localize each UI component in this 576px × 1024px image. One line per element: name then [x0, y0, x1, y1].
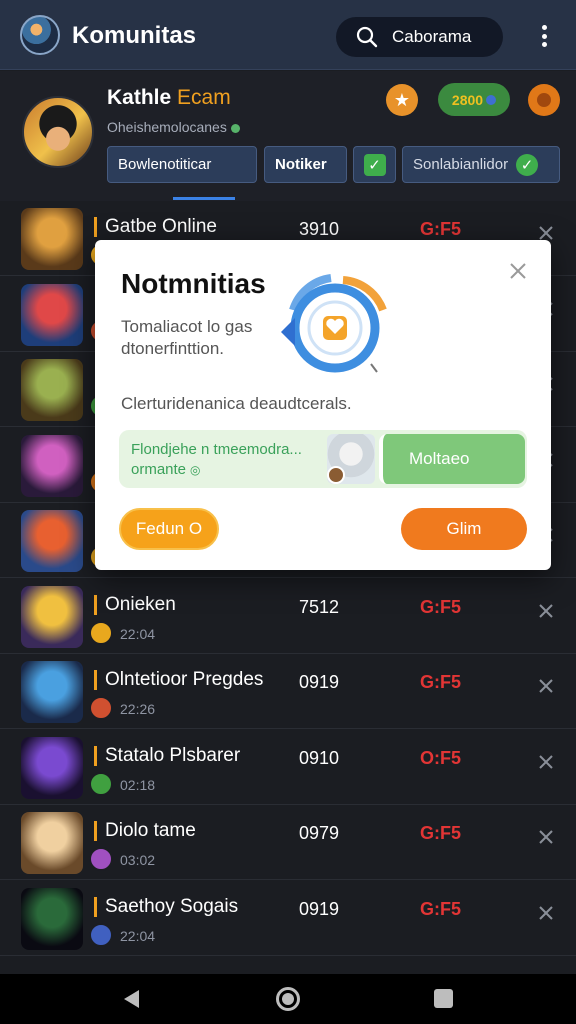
star-icon[interactable]: ★	[386, 84, 418, 116]
list-item-name: Olntetioor Pregdes	[94, 670, 263, 690]
close-icon[interactable]	[536, 752, 556, 772]
profile-name: Kathle Ecam	[107, 86, 231, 110]
app-title: Komunitas	[72, 22, 197, 49]
list-item-name: Saethoy Sogais	[94, 896, 238, 917]
game-thumbnail[interactable]	[21, 359, 83, 421]
list-item-time: 02:18	[120, 776, 156, 793]
tab-chip-4[interactable]: Sonlabianlidor ✓	[402, 146, 560, 183]
reward-icon[interactable]	[528, 84, 560, 116]
home-icon[interactable]	[276, 987, 300, 1011]
online-dot-icon	[230, 123, 240, 133]
search-icon	[356, 26, 378, 48]
mini-avatar	[89, 771, 113, 796]
points-badge[interactable]: 2800	[438, 83, 510, 116]
list-item[interactable]: Diolo tame 03:02 0979 G:F5	[0, 805, 576, 880]
list-item-time: 22:04	[120, 927, 156, 944]
app-avatar[interactable]	[20, 15, 60, 55]
list-item-status: G:F5	[420, 672, 462, 692]
tab-chip-1[interactable]: Bowlenotiticar	[107, 146, 257, 183]
game-thumbnail[interactable]	[21, 510, 83, 572]
list-item-number: 7512	[299, 596, 340, 617]
game-thumbnail[interactable]	[21, 812, 83, 874]
list-item-status: G:F5	[420, 219, 462, 239]
list-item[interactable]: Saethoy Sogais 22:04 0919 G:F5	[0, 881, 576, 956]
modal-card[interactable]: Flondjehe n tmeemodra... ormante ◎ Moltae…	[119, 430, 527, 488]
list-item[interactable]: Statalo Plsbarer 02:18 0910 O:F5	[0, 730, 576, 805]
play-heart-illustration-icon	[281, 274, 387, 373]
list-item-status: G:F5	[420, 596, 462, 617]
modal-title: Notmnitias	[121, 268, 266, 299]
recents-icon[interactable]	[434, 989, 453, 1008]
list-item-number: 0919	[299, 898, 340, 919]
modal-card-button[interactable]: Moltaeo	[379, 434, 525, 484]
check-icon: ✓	[363, 153, 386, 176]
coin-icon	[486, 94, 497, 105]
tab-chip-check[interactable]: ✓	[353, 146, 396, 183]
list-item-name: Diolo tame	[94, 821, 196, 841]
tab-chip-4-label: Sonlabianlidor	[413, 156, 509, 173]
close-icon[interactable]	[536, 601, 556, 621]
game-thumbnail[interactable]	[21, 585, 83, 648]
list-item-time: 22:26	[120, 701, 156, 717]
list-item-time: 03:02	[120, 852, 156, 868]
modal-description: Tomaliacot lo gas dtonerfinttion.	[121, 317, 253, 358]
mini-avatar	[89, 696, 113, 720]
game-thumbnail[interactable]	[21, 887, 83, 950]
modal-card-text-value: Flondjehe n tmeemodra... ormante	[131, 441, 302, 478]
list-item[interactable]: Olntetioor Pregdes 22:26 0919 G:F5	[0, 654, 576, 729]
modal-right-button[interactable]: Glim	[401, 508, 527, 550]
tab-chip-2[interactable]: Notiker	[264, 146, 347, 183]
list-item-number: 3910	[299, 219, 340, 239]
back-icon[interactable]	[121, 988, 141, 1010]
modal-card-text: Flondjehe n tmeemodra... ormante ◎	[131, 440, 321, 480]
list-item-number: 0979	[299, 823, 340, 843]
close-icon[interactable]	[536, 903, 556, 923]
system-nav-bar	[0, 974, 576, 1024]
list-item-status: O:F5	[420, 747, 462, 768]
list-item-number: 0919	[299, 672, 340, 692]
search-label: Caborama	[392, 27, 472, 46]
list-item-name: Statalo Plsbarer	[94, 745, 240, 766]
list-item-number: 0910	[299, 747, 340, 768]
profile-avatar[interactable]	[22, 96, 94, 168]
modal-line: Clerturidenanica deaudtcerals.	[121, 394, 352, 413]
profile-name-accent: Ecam	[177, 86, 231, 109]
close-icon[interactable]	[509, 262, 527, 280]
notification-modal: Notmnitias Tomaliacot lo gas dtonerfintt…	[95, 240, 551, 570]
list-item-name: Gatbe Online	[94, 217, 217, 237]
close-icon[interactable]	[536, 676, 556, 696]
list-item-time: 22:04	[120, 625, 156, 642]
game-thumbnail[interactable]	[21, 208, 83, 270]
list-item[interactable]: Onieken 22:04 7512 G:F5	[0, 579, 576, 654]
game-thumbnail[interactable]	[21, 283, 83, 346]
mini-avatar	[89, 922, 113, 947]
points-value: 2800	[451, 91, 484, 108]
profile-name-main: Kathle	[107, 86, 172, 109]
list-item-status: G:F5	[420, 823, 462, 843]
profile-subtitle: Oheishemolocanes	[107, 119, 240, 135]
game-thumbnail[interactable]	[21, 434, 83, 497]
app-bar: Komunitas Caborama	[0, 0, 576, 70]
list-item-name: Onieken	[94, 594, 176, 615]
check-icon: ✓	[516, 153, 539, 176]
close-icon[interactable]	[536, 827, 556, 847]
profile-subtitle-text: Oheishemolocanes	[107, 119, 227, 135]
mini-avatar	[89, 847, 113, 871]
mini-avatar	[89, 620, 113, 645]
modal-card-avatar	[327, 434, 375, 484]
modal-left-button[interactable]: Fedun O	[119, 508, 219, 550]
game-thumbnail[interactable]	[21, 661, 83, 723]
search-box[interactable]: Caborama	[336, 17, 503, 57]
list-item-status: G:F5	[420, 898, 462, 919]
tab-indicator	[173, 197, 235, 200]
profile-header: Kathle Ecam Oheishemolocanes ★ 2800 Bowl…	[0, 71, 576, 201]
game-thumbnail[interactable]	[21, 736, 83, 799]
more-vert-icon[interactable]	[530, 22, 558, 50]
info-icon: ◎	[190, 463, 201, 477]
